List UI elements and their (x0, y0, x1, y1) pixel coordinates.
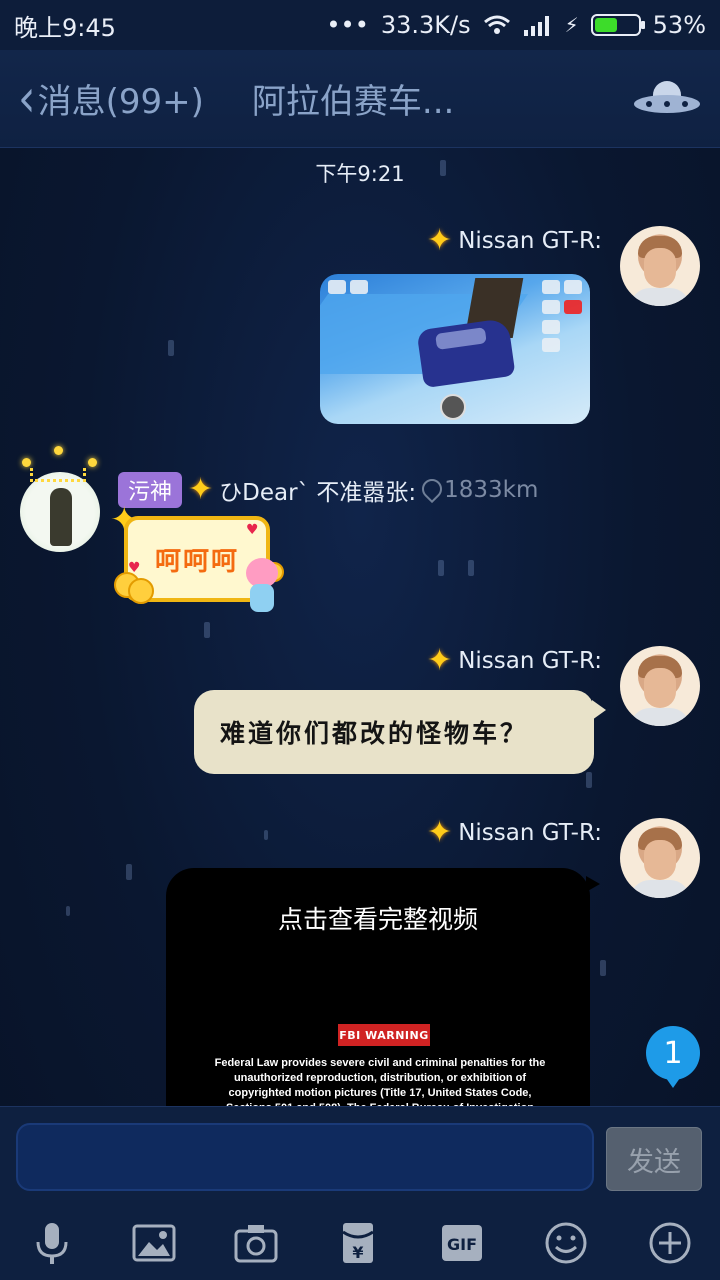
background-star (468, 560, 474, 576)
location-pin-icon (422, 479, 438, 501)
message-timestamp: 下午9:21 (315, 162, 405, 186)
status-bar: 晚上9:45 ••• 33.3K/s ⚡ 53% (0, 0, 720, 50)
ufo-light (664, 100, 670, 107)
input-toolbar: ¥ GIF (0, 1211, 720, 1280)
avatar-face (644, 668, 676, 708)
signal-icon (523, 16, 549, 36)
avatar[interactable] (620, 818, 700, 898)
red-packet-icon[interactable]: ¥ (334, 1219, 382, 1267)
battery-level (594, 18, 617, 32)
chat-header: ‹ 消息(99+) 阿拉伯赛车... (0, 50, 720, 148)
game-camera-icon (350, 280, 368, 294)
fbi-warning-label: FBI WARNING (338, 1024, 430, 1046)
video-message[interactable]: 点击查看完整视频 FBI WARNING Federal Law provide… (166, 868, 590, 1108)
message-text: 难道你们都改的怪物车？ (220, 719, 529, 748)
input-bar: 发送 ¥ GIF (0, 1106, 720, 1280)
avatar-face (644, 840, 676, 880)
crown-point (88, 458, 97, 467)
sparkle-icon: ✦ (188, 472, 214, 507)
camera-icon[interactable] (232, 1219, 280, 1267)
sender-name: 污神 ✦ ひDear` 不准嚣张: 1833km (118, 472, 538, 508)
avatar-shirt (630, 708, 690, 726)
sender-label: ひDear` 不准嚣张: (219, 480, 417, 506)
heart-icon: ♥ (246, 522, 259, 538)
image-message[interactable] (320, 274, 590, 424)
svg-text:GIF: GIF (447, 1235, 477, 1254)
crown-icon (12, 446, 104, 486)
network-speed: 33.3K/s (380, 11, 471, 39)
game-ui-icon (564, 280, 582, 294)
status-time: 晚上9:45 (14, 13, 116, 42)
crown-point (54, 446, 63, 455)
sticker-text: 呵呵呵 (154, 546, 239, 577)
avatar-shirt (630, 880, 690, 898)
text-message[interactable]: 难道你们都改的怪物车？ (194, 690, 594, 774)
sender-name: ✦ Nissan GT-R: (427, 226, 602, 256)
background-star (168, 340, 174, 356)
girl-body (250, 584, 274, 612)
sparkle-icon: ✦ (427, 223, 453, 258)
avatar-face (644, 248, 676, 288)
background-star (586, 772, 592, 788)
avatar[interactable] (620, 226, 700, 306)
game-ui-icon (542, 338, 560, 352)
sparkle-icon: ✦ (427, 643, 453, 678)
sender-name: ✦ Nissan GT-R: (427, 818, 602, 848)
sender-label: Nissan GT-R: (458, 820, 602, 846)
image-icon[interactable] (130, 1219, 178, 1267)
distance: 1833km (444, 477, 539, 503)
game-ui-icon (542, 320, 560, 334)
background-star (264, 830, 268, 840)
chevron-left-icon: ‹ (18, 67, 36, 130)
game-speedometer (440, 394, 466, 420)
crown-base (30, 468, 86, 482)
avatar-figure (50, 488, 72, 546)
sticker-girl (238, 558, 286, 612)
chat-title: 阿拉伯赛车... (251, 82, 455, 122)
sparkle-icon: ✦ (427, 815, 453, 850)
image-car (416, 317, 516, 389)
video-title: 点击查看完整视频 (277, 905, 478, 934)
background-star (438, 560, 444, 576)
sender-label: Nissan GT-R: (458, 228, 602, 254)
car-window (435, 327, 487, 350)
battery-icon (590, 14, 645, 36)
game-ui-icon (564, 300, 582, 314)
microphone-icon[interactable] (28, 1219, 76, 1267)
more-dots-icon: ••• (326, 11, 369, 39)
ufo-icon[interactable] (632, 79, 702, 119)
plus-icon[interactable] (646, 1219, 694, 1267)
emoji-icon (128, 578, 154, 604)
game-ui-icon (542, 280, 560, 294)
back-button[interactable]: ‹ 消息(99+) (18, 68, 204, 129)
wifi-icon (483, 15, 510, 34)
avatar[interactable] (620, 646, 700, 726)
avatar-shirt (630, 288, 690, 306)
background-star (66, 906, 70, 916)
message-input[interactable] (16, 1123, 594, 1191)
bubble-tail (592, 700, 606, 720)
gif-icon[interactable]: GIF (438, 1219, 486, 1267)
crown-point (22, 458, 31, 467)
status-indicators: ••• 33.3K/s ⚡ 53% (326, 11, 706, 39)
new-message-badge[interactable]: 1 (646, 1026, 700, 1088)
game-ui-icon (542, 300, 560, 314)
send-button[interactable]: 发送 (606, 1127, 702, 1191)
ufo-light (682, 100, 688, 107)
background-star (126, 864, 132, 880)
background-star (600, 960, 606, 976)
charging-icon: ⚡ (564, 13, 579, 37)
sender-label: Nissan GT-R: (458, 648, 602, 674)
emoji-icon[interactable] (542, 1219, 590, 1267)
sender-name: ✦ Nissan GT-R: (427, 646, 602, 676)
svg-text:¥: ¥ (352, 1243, 363, 1262)
fbi-warning-text: Federal Law provides severe civil and cr… (214, 1057, 546, 1108)
ufo-light (646, 100, 652, 107)
battery-percent: 53% (652, 11, 706, 39)
bubble-tail (586, 876, 600, 892)
game-pause-icon (328, 280, 346, 294)
background-star (204, 622, 210, 638)
back-label: 消息(99+) (37, 82, 204, 122)
